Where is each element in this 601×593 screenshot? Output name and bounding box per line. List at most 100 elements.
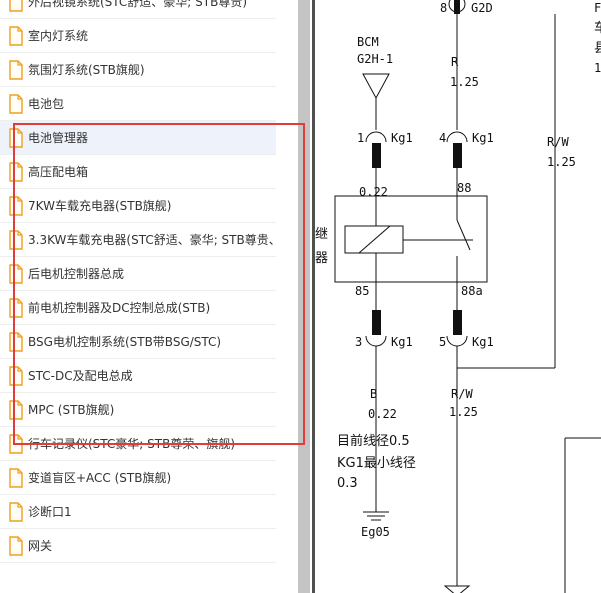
document-icon xyxy=(9,331,23,352)
note-line-2: KG1最小线径 xyxy=(337,456,416,471)
connector-4-icon xyxy=(446,131,468,143)
list-item-label: 高压配电箱 xyxy=(28,165,89,179)
wire-r-size: 1.25 xyxy=(450,75,479,89)
list-item-label: 3.3KW车载充电器(STC舒适、豪华; STB尊贵、 xyxy=(28,233,276,247)
relay-pin-88: 88 xyxy=(457,181,471,195)
document-icon xyxy=(9,399,23,420)
list-item-label: 前电机控制器及DC控制总成(STB) xyxy=(28,301,211,315)
wire-rw-right-label: R/W xyxy=(547,135,569,149)
connector-5-plug-icon xyxy=(453,310,462,335)
list-item[interactable]: 诊断口1 xyxy=(0,495,276,529)
pin1-connector: Kg1 xyxy=(391,131,413,145)
list-item-label: 电池管理器 xyxy=(28,131,89,145)
pin1-number: 1 xyxy=(357,131,364,145)
wire-rw-size: 1.25 xyxy=(449,405,478,419)
relay-switch-icon xyxy=(456,219,471,251)
list-item[interactable]: 后电机控制器总成 xyxy=(0,257,276,291)
list-item-label: 电池包 xyxy=(28,97,65,111)
document-icon xyxy=(9,297,23,318)
document-icon xyxy=(9,365,23,386)
document-icon xyxy=(9,229,23,250)
wire-b-label: B xyxy=(370,387,377,401)
connector-3-plug-icon xyxy=(372,310,381,335)
document-icon xyxy=(9,161,23,182)
list-item[interactable]: 前电机控制器及DC控制总成(STB) xyxy=(0,291,276,325)
corner-label-1: 1 xyxy=(594,61,601,75)
size-022-top: 0.22 xyxy=(359,185,388,199)
list-item[interactable]: 网关 xyxy=(0,529,276,563)
list-item-label: 后电机控制器总成 xyxy=(28,267,125,281)
list-item-label: STC-DC及配电总成 xyxy=(28,369,133,383)
list-item-label: 诊断口1 xyxy=(28,505,72,519)
corner-label-f: F xyxy=(594,1,601,15)
corner-label-car: 车 xyxy=(594,20,601,36)
connector-3-icon xyxy=(365,335,387,347)
list-item[interactable]: 氛围灯系统(STB旗舰) xyxy=(0,53,276,87)
list-item-label: 室内灯系统 xyxy=(28,29,89,43)
list-item-label: 7KW车载充电器(STB旗舰) xyxy=(28,199,172,213)
bcm-label: BCM xyxy=(357,35,379,49)
corner-label-county: 县 xyxy=(594,41,601,56)
list-item-label: 变道盲区+ACC (STB旗舰) xyxy=(28,471,172,485)
document-icon xyxy=(9,535,23,556)
list-item-label: 行车记录仪(STC豪华; STB尊荣、旗舰) xyxy=(28,437,236,451)
list-item-label: 氛围灯系统(STB旗舰) xyxy=(28,63,145,77)
list-item[interactable]: 7KW车载充电器(STB旗舰) xyxy=(0,189,276,223)
note-line-1: 目前线径0.5 xyxy=(337,433,410,449)
list-item-label: MPC (STB旗舰) xyxy=(28,403,115,417)
list-item-label: BSG电机控制系统(STB带BSG/STC) xyxy=(28,335,222,349)
connector-5-icon xyxy=(446,335,468,347)
list-item[interactable]: MPC (STB旗舰) xyxy=(0,393,276,427)
wire-rw-label: R/W xyxy=(451,387,473,401)
connector-1-icon xyxy=(365,131,387,143)
list-item[interactable]: 电池包 xyxy=(0,87,276,121)
wire-rw-right-size: 1.25 xyxy=(547,155,576,169)
pin4-number: 4 xyxy=(439,131,446,145)
note-line-3: 0.3 xyxy=(337,476,358,491)
relay-label-b: 器 xyxy=(315,251,328,266)
relay-pin-88a: 88a xyxy=(461,284,483,298)
document-tree: 外后视镜系统(STC舒适、豪华; STB尊贵) 室内灯系统氛围灯系统(STB旗舰)… xyxy=(0,0,298,593)
pin5-connector: Kg1 xyxy=(472,335,494,349)
document-icon xyxy=(9,433,23,454)
pin8-number: 8 xyxy=(440,1,447,15)
list-item[interactable]: 变道盲区+ACC (STB旗舰) xyxy=(0,461,276,495)
list-item[interactable]: STC-DC及配电总成 xyxy=(0,359,276,393)
scrollbar-thumb[interactable] xyxy=(298,0,310,593)
document-icon xyxy=(9,0,23,12)
pin8-connector: G2D xyxy=(471,1,493,15)
wire-r-label: R xyxy=(451,55,459,69)
document-icon xyxy=(9,467,23,488)
document-icon xyxy=(9,93,23,114)
list-item[interactable]: 行车记录仪(STC豪华; STB尊荣、旗舰) xyxy=(0,427,276,461)
list-item[interactable]: 3.3KW车载充电器(STC舒适、豪华; STB尊贵、 xyxy=(0,223,276,257)
bottom-output-triangle-icon xyxy=(443,585,471,593)
list-item[interactable]: 室内灯系统 xyxy=(0,19,276,53)
pin4-connector: Kg1 xyxy=(472,131,494,145)
document-icon xyxy=(9,195,23,216)
wiring-schematic: 8 G2D F 车 县 1 BCM G2H-1 R 1.25 1 Kg1 4 K… xyxy=(315,0,601,593)
relay-box xyxy=(334,195,488,283)
connector-8-plug-icon xyxy=(454,0,460,14)
wire-b-size: 0.22 xyxy=(368,407,397,421)
document-icon xyxy=(9,263,23,284)
list-item-label: 网关 xyxy=(28,539,53,553)
connector-1-plug-icon xyxy=(372,143,381,168)
list-item[interactable]: BSG电机控制系统(STB带BSG/STC) xyxy=(0,325,276,359)
list-item[interactable]: 外后视镜系统(STC舒适、豪华; STB尊贵) xyxy=(0,0,276,19)
pin3-connector: Kg1 xyxy=(391,335,413,349)
bcm-output-triangle-icon xyxy=(362,73,390,100)
list-item[interactable]: 电池管理器 xyxy=(0,121,276,155)
document-icon xyxy=(9,127,23,148)
list-item-label: 外后视镜系统(STC舒适、豪华; STB尊贵) xyxy=(28,0,248,9)
relay-pin-85: 85 xyxy=(355,284,369,298)
list-item[interactable]: 高压配电箱 xyxy=(0,155,276,189)
document-icon xyxy=(9,25,23,46)
bcm-connector: G2H-1 xyxy=(357,52,393,66)
document-icon xyxy=(9,501,23,522)
connector-4-plug-icon xyxy=(453,143,462,168)
ground-label: Eg05 xyxy=(361,525,390,539)
pin3-number: 3 xyxy=(355,335,362,349)
relay-label-a: 继 xyxy=(315,227,328,242)
document-icon xyxy=(9,59,23,80)
